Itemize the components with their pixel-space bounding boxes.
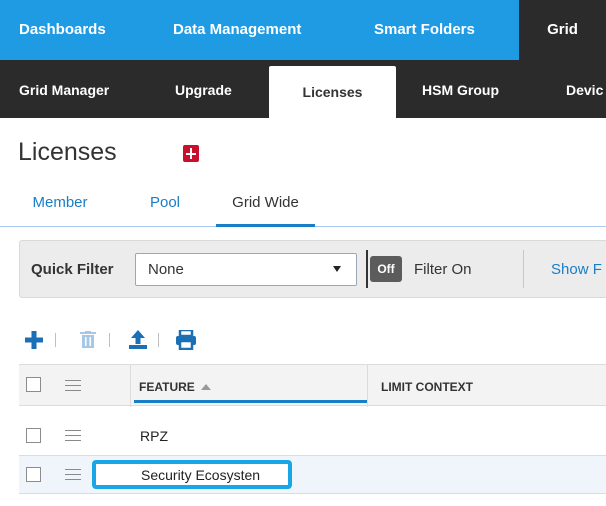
sub-nav-devices[interactable]: Devic bbox=[566, 60, 603, 118]
top-nav-dashboards[interactable]: Dashboards bbox=[19, 0, 106, 60]
table-row[interactable]: RPZ bbox=[19, 416, 606, 456]
sort-indicator-underline bbox=[134, 400, 367, 403]
quick-filter-value: None bbox=[148, 261, 184, 278]
column-header-limit-context[interactable]: LIMIT CONTEXT bbox=[381, 380, 473, 394]
filter-on-label: Filter On bbox=[414, 261, 472, 278]
license-tabs: Member Pool Grid Wide bbox=[0, 190, 606, 227]
row-drag-handle-icon[interactable] bbox=[65, 430, 81, 442]
top-nav: Dashboards Data Management Smart Folders… bbox=[0, 0, 606, 60]
sub-nav-hsm-group[interactable]: HSM Group bbox=[422, 60, 499, 118]
inline-edit-field[interactable]: Security Ecosysten bbox=[92, 460, 292, 489]
quick-filter-bar: Quick Filter None Off Filter On Show F bbox=[19, 240, 606, 298]
filter-divider-2 bbox=[523, 250, 524, 288]
table-header-row: FEATURE LIMIT CONTEXT bbox=[19, 364, 606, 407]
show-filter-link[interactable]: Show F bbox=[551, 261, 602, 278]
tab-member[interactable]: Member bbox=[19, 190, 101, 227]
row-checkbox[interactable] bbox=[26, 428, 41, 443]
filter-divider bbox=[366, 250, 368, 288]
sub-nav-grid-manager[interactable]: Grid Manager bbox=[19, 60, 109, 118]
tab-grid-wide[interactable]: Grid Wide bbox=[216, 190, 315, 227]
cell-feature: RPZ bbox=[140, 428, 168, 444]
top-nav-smart-folders[interactable]: Smart Folders bbox=[374, 0, 475, 60]
column-separator bbox=[367, 365, 368, 407]
column-separator bbox=[130, 365, 131, 407]
add-bookmark-icon[interactable] bbox=[183, 145, 199, 162]
print-icon[interactable] bbox=[176, 328, 200, 352]
add-icon[interactable] bbox=[24, 328, 48, 352]
top-nav-grid[interactable]: Grid bbox=[519, 0, 606, 60]
filter-toggle[interactable]: Off bbox=[370, 256, 402, 282]
top-nav-data-management[interactable]: Data Management bbox=[173, 0, 301, 60]
page-title: Licenses bbox=[18, 138, 117, 166]
select-all-checkbox[interactable] bbox=[26, 377, 41, 392]
column-header-feature-label: FEATURE bbox=[139, 380, 195, 394]
toolbar-separator bbox=[55, 333, 56, 347]
table-row[interactable]: Security Ecosysten bbox=[19, 456, 606, 494]
row-drag-handle-icon[interactable] bbox=[65, 469, 81, 481]
tab-pool[interactable]: Pool bbox=[145, 190, 185, 227]
column-header-feature[interactable]: FEATURE bbox=[139, 380, 211, 394]
sub-nav: Grid Manager Upgrade Licenses HSM Group … bbox=[0, 60, 606, 118]
quick-filter-label: Quick Filter bbox=[31, 261, 114, 278]
toolbar-separator bbox=[158, 333, 159, 347]
export-icon[interactable] bbox=[128, 328, 152, 352]
column-menu-icon[interactable] bbox=[65, 380, 81, 392]
sub-nav-upgrade[interactable]: Upgrade bbox=[175, 60, 232, 118]
toolbar-separator bbox=[109, 333, 110, 347]
chevron-down-icon bbox=[333, 266, 341, 272]
delete-icon[interactable] bbox=[80, 328, 104, 352]
cell-feature: Security Ecosysten bbox=[141, 467, 261, 483]
row-checkbox[interactable] bbox=[26, 467, 41, 482]
sort-ascending-icon bbox=[200, 384, 211, 390]
sub-nav-licenses[interactable]: Licenses bbox=[269, 66, 396, 118]
quick-filter-select[interactable]: None bbox=[135, 253, 357, 286]
